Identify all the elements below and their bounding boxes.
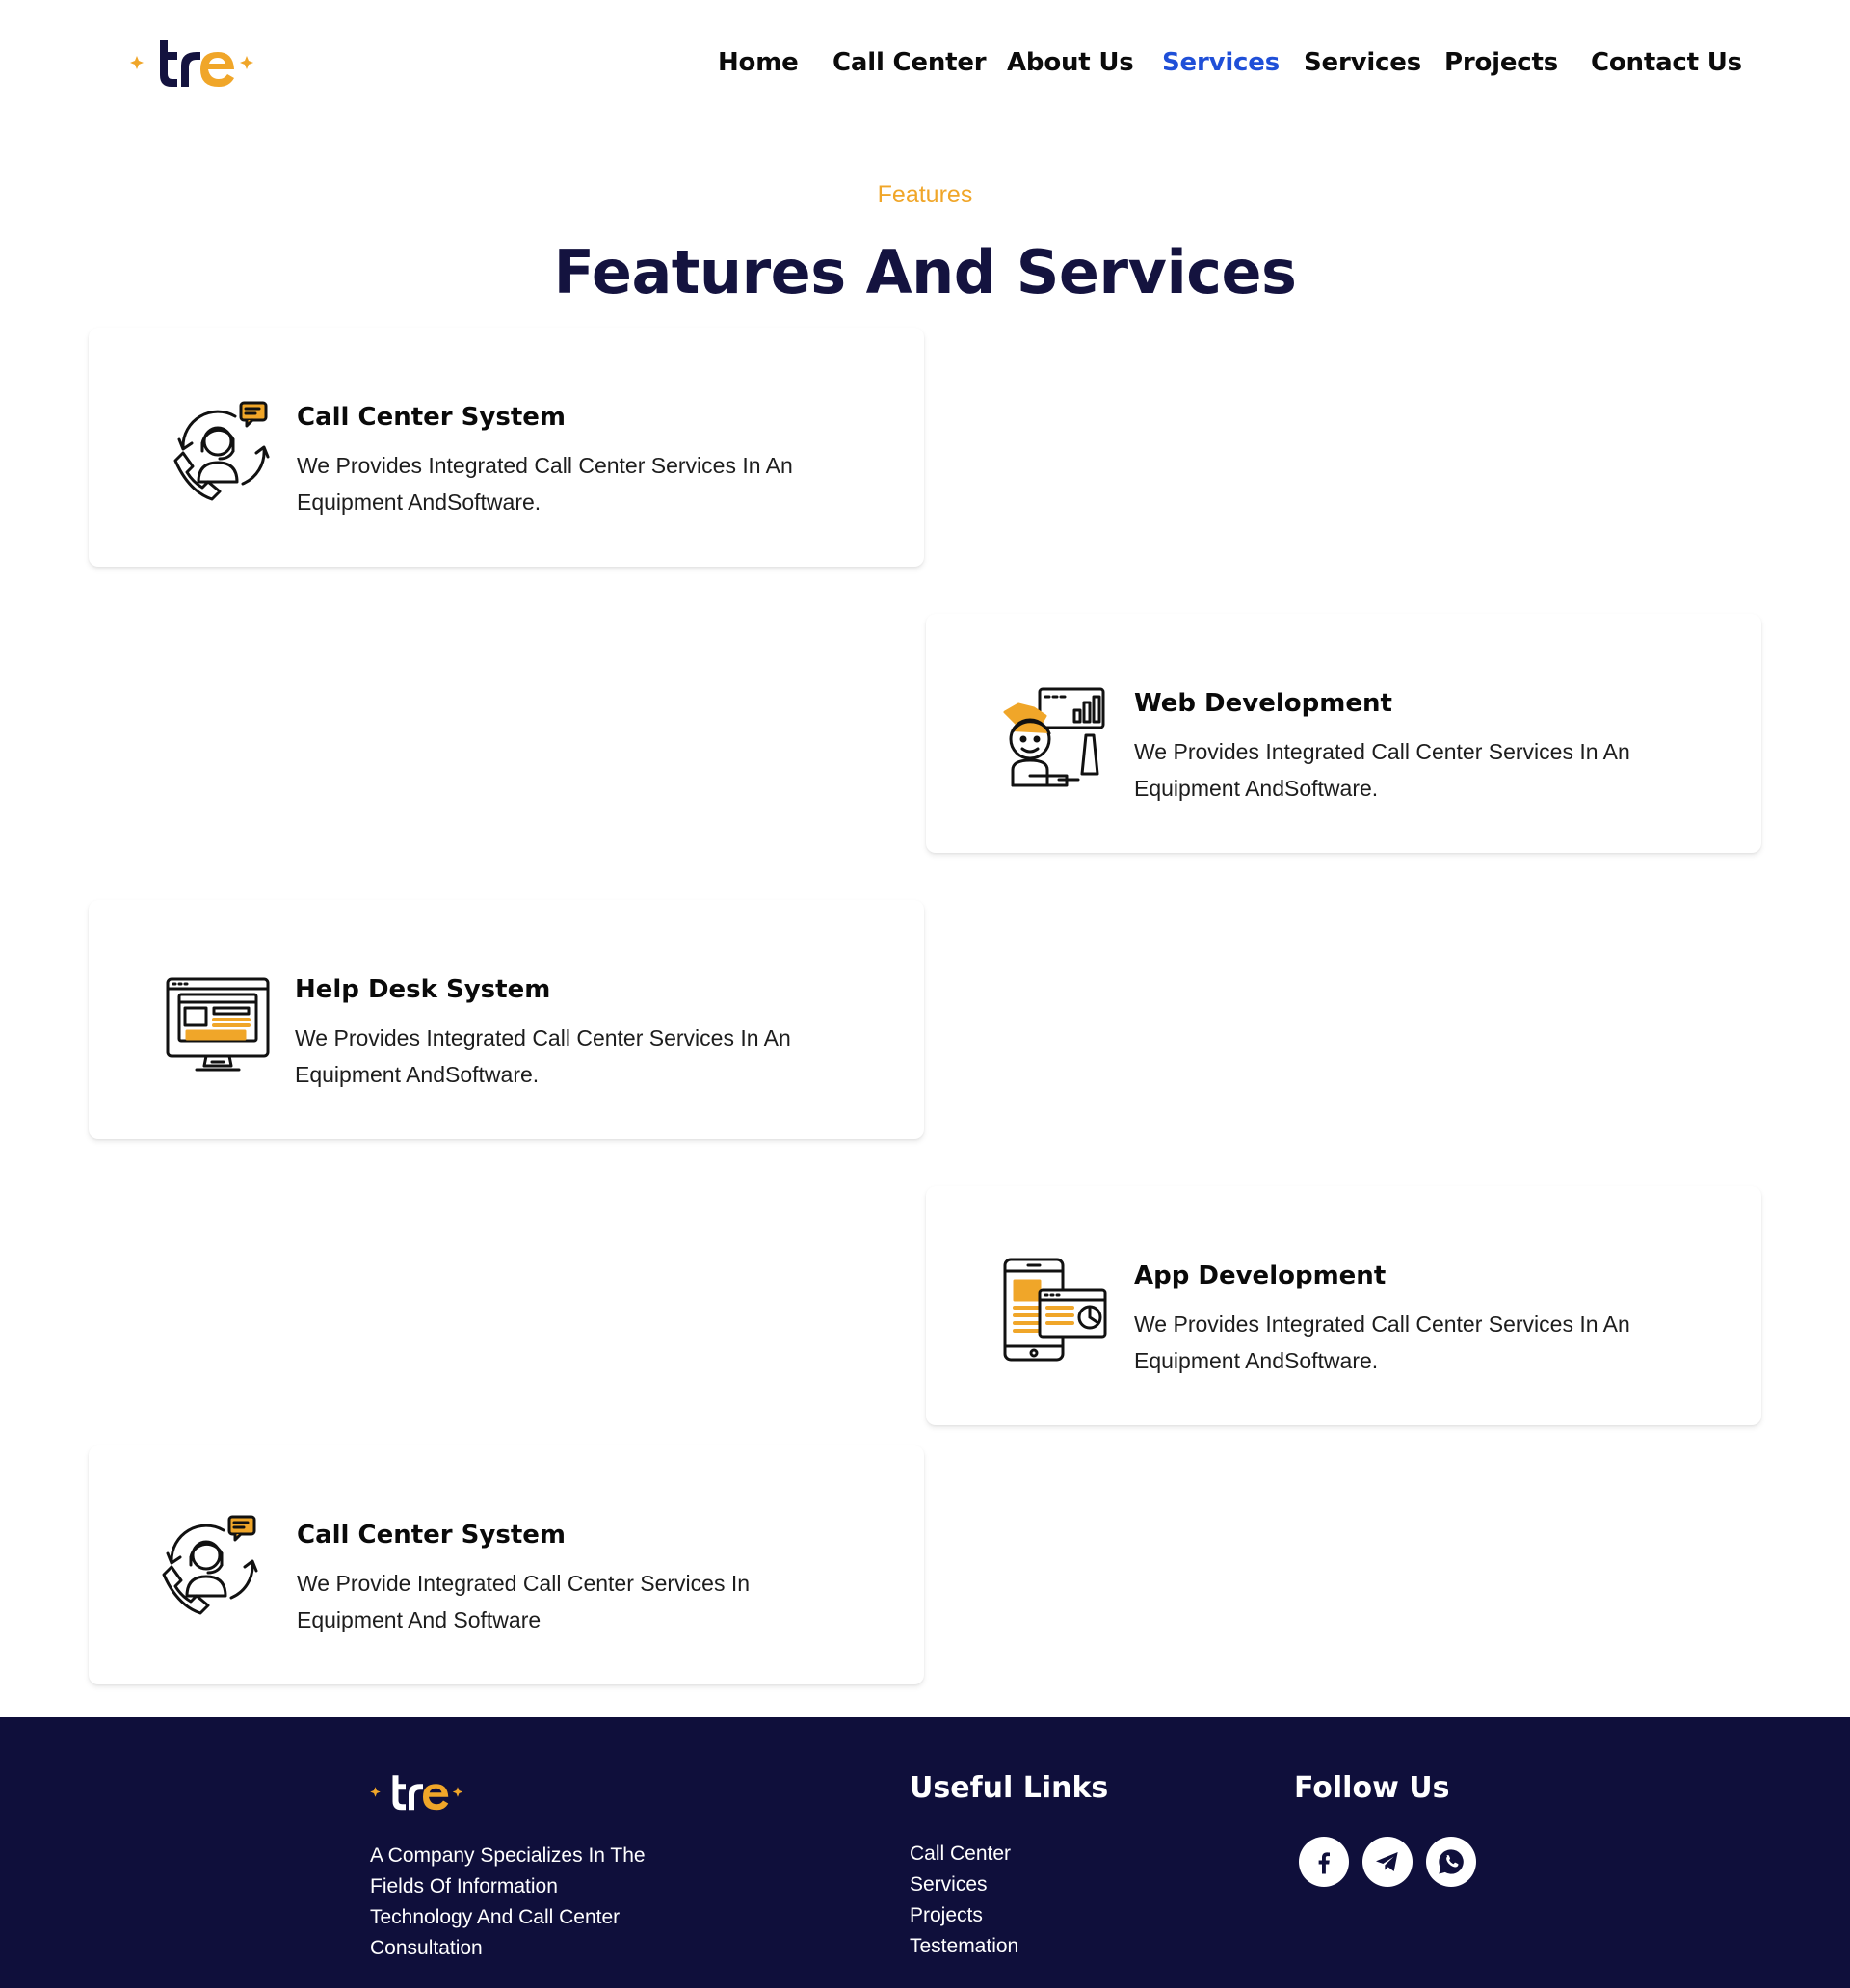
footer-about-text: A Company Specializes In The Fields Of I… (370, 1844, 646, 1959)
footer-link-services[interactable]: Services (910, 1873, 988, 1895)
help-desk-monitor-icon (164, 969, 272, 1077)
card-title: App Development (1134, 1261, 1387, 1290)
site-footer: A Company Specializes In The Fields Of I… (0, 1717, 1850, 1988)
telegram-icon (1376, 1852, 1398, 1871)
nav-home[interactable]: Home (718, 48, 799, 77)
card-description: We Provides Integrated Call Center Servi… (297, 453, 793, 515)
footer-brand-logo[interactable] (368, 1767, 466, 1819)
card-description: We Provides Integrated Call Center Servi… (295, 1025, 791, 1087)
nav-projects[interactable]: Projects (1444, 48, 1558, 77)
site-header: Home Call Center About Us Services Servi… (0, 0, 1850, 135)
card-title: Call Center System (297, 1521, 566, 1550)
call-center-agent-icon (164, 397, 272, 505)
list-item: Services (910, 1869, 1018, 1900)
nav-services[interactable]: Services (1304, 48, 1421, 77)
section-title: Features And Services (553, 237, 1297, 307)
nav-services-active[interactable]: Services (1162, 48, 1280, 77)
useful-links-heading: Useful Links (910, 1771, 1109, 1805)
card-title: Help Desk System (295, 975, 551, 1004)
service-card-call-center-2[interactable]: Call Center System We Provide Integrated… (89, 1445, 924, 1684)
facebook-link[interactable] (1299, 1837, 1349, 1887)
service-card-app-development[interactable]: App Development We Provides Integrated C… (926, 1186, 1761, 1425)
footer-link-testemation[interactable]: Testemation (910, 1935, 1018, 1957)
whatsapp-icon (1439, 1849, 1464, 1874)
card-description: We Provide Integrated Call Center Servic… (297, 1571, 751, 1632)
list-item: Call Center (910, 1839, 1018, 1869)
main-nav: Home Call Center About Us Services Servi… (0, 48, 1850, 87)
card-title: Web Development (1134, 689, 1392, 718)
useful-links-list: Call Center Services Projects Testematio… (910, 1839, 1018, 1962)
whatsapp-link[interactable] (1426, 1837, 1476, 1887)
footer-link-call-center[interactable]: Call Center (910, 1842, 1011, 1865)
facebook-icon (1318, 1852, 1330, 1874)
web-developer-icon (1001, 683, 1109, 791)
card-description: We Provides Integrated Call Center Servi… (1134, 1312, 1630, 1373)
mobile-app-icon (1001, 1256, 1109, 1364)
list-item: Testemation (910, 1931, 1018, 1962)
telegram-link[interactable] (1362, 1837, 1413, 1887)
call-center-agent-icon (152, 1511, 260, 1619)
card-description: We Provides Integrated Call Center Servi… (1134, 739, 1630, 801)
nav-about-us[interactable]: About Us (1007, 48, 1134, 77)
service-card-call-center[interactable]: Call Center System We Provides Integrate… (89, 328, 924, 567)
card-title: Call Center System (297, 403, 566, 432)
footer-link-projects[interactable]: Projects (910, 1904, 983, 1926)
service-card-web-development[interactable]: Web Development We Provides Integrated C… (926, 614, 1761, 853)
service-card-help-desk[interactable]: Help Desk System We Provides Integrated … (89, 900, 924, 1139)
follow-us-heading: Follow Us (1294, 1771, 1450, 1805)
nav-contact-us[interactable]: Contact Us (1591, 48, 1742, 77)
list-item: Projects (910, 1900, 1018, 1931)
logo-icon (370, 1775, 463, 1811)
nav-call-center[interactable]: Call Center (832, 48, 987, 77)
section-eyebrow: Features (877, 181, 973, 208)
social-links (1299, 1837, 1476, 1887)
